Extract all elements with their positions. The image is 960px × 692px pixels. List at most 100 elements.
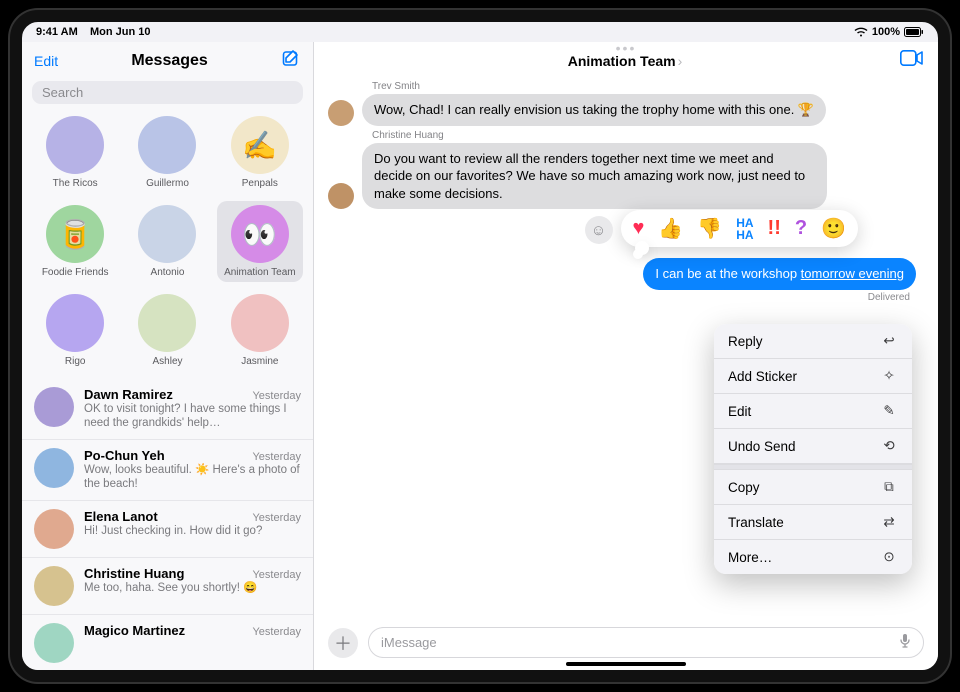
drag-indicator-icon[interactable]: •••	[616, 42, 637, 56]
attach-button[interactable]: ＋	[328, 628, 358, 658]
search-placeholder: Search	[42, 85, 83, 100]
conversation-row[interactable]: Christine Huang Yesterday Me too, haha. …	[22, 558, 313, 615]
pinned-conversation[interactable]: Jasmine	[217, 290, 303, 371]
pinned-conversation[interactable]: 👀 Animation Team	[217, 201, 303, 282]
pinned-label: Foodie Friends	[42, 267, 109, 278]
sticker-icon: ✧	[880, 368, 898, 384]
conversation-name: Po-Chun Yeh	[84, 448, 165, 463]
dictation-icon[interactable]	[899, 633, 911, 652]
reply-icon: ↩︎	[880, 333, 898, 349]
sidebar: Edit Messages Search The Ricos Guillermo ✍…	[22, 42, 314, 670]
conversation-time: Yesterday	[252, 512, 301, 524]
ctx-edit[interactable]: Edit ✎	[714, 394, 912, 429]
conversation-name: Elena Lanot	[84, 509, 158, 524]
ipad-frame: 9:41 AM Mon Jun 10 100% Edit Messages	[10, 10, 950, 682]
avatar: ✍️	[231, 116, 289, 174]
avatar	[138, 294, 196, 352]
pinned-conversation[interactable]: Rigo	[32, 290, 118, 371]
tapback-exclaim[interactable]: !!	[768, 217, 781, 240]
ctx-add-sticker[interactable]: Add Sticker ✧	[714, 359, 912, 394]
sticker-picker-button[interactable]: ☺	[585, 216, 613, 244]
avatar	[34, 566, 74, 606]
copy-icon: ⧉	[880, 479, 898, 495]
avatar: 🥫	[46, 205, 104, 263]
home-indicator[interactable]	[566, 662, 686, 666]
conversation-list: Dawn Ramirez Yesterday OK to visit tonig…	[22, 379, 313, 670]
conversation-name: Magico Martinez	[84, 623, 185, 638]
pencil-icon: ✎	[880, 403, 898, 419]
message-input[interactable]: iMessage	[368, 627, 924, 658]
pinned-label: Jasmine	[241, 356, 278, 367]
conversation-row[interactable]: Dawn Ramirez Yesterday OK to visit tonig…	[22, 379, 313, 440]
ctx-undo-send[interactable]: Undo Send ⟲	[714, 429, 912, 464]
tapback-thumbsdown[interactable]: 👎	[697, 216, 722, 241]
chevron-right-icon: ›	[678, 53, 683, 69]
avatar	[34, 509, 74, 549]
status-bar: 9:41 AM Mon Jun 10 100%	[22, 22, 938, 42]
conversation-preview: Me too, haha. See you shortly! 😄	[84, 581, 301, 595]
composer-placeholder: iMessage	[381, 635, 437, 650]
pinned-grid: The Ricos Guillermo ✍️ Penpals 🥫 Foodie Frien…	[22, 112, 313, 379]
pinned-label: Antonio	[151, 267, 185, 278]
tapback-emoji[interactable]: 🙂	[821, 216, 846, 241]
pinned-conversation[interactable]: The Ricos	[32, 112, 118, 193]
pinned-label: Guillermo	[146, 178, 189, 189]
avatar	[46, 116, 104, 174]
pinned-conversation[interactable]: ✍️ Penpals	[217, 112, 303, 193]
context-menu: Reply ↩︎ Add Sticker ✧ Edit ✎ Undo Send …	[714, 324, 912, 574]
ctx-more[interactable]: More… ⊙	[714, 540, 912, 574]
pinned-conversation[interactable]: Guillermo	[124, 112, 210, 193]
edit-button[interactable]: Edit	[34, 53, 58, 69]
tapback-haha[interactable]: HA HA	[736, 217, 753, 241]
avatar	[138, 205, 196, 263]
conversation-row[interactable]: Po-Chun Yeh Yesterday Wow, looks beautif…	[22, 440, 313, 501]
message-bubble[interactable]: Do you want to review all the renders to…	[362, 143, 827, 210]
conversation-row[interactable]: Magico Martinez Yesterday	[22, 615, 313, 671]
conversation-preview: Hi! Just checking in. How did it go?	[84, 524, 301, 538]
selected-message-bubble[interactable]: I can be at the workshop tomorrow evenin…	[643, 258, 916, 290]
conversation-time: Yesterday	[252, 451, 301, 463]
avatar	[46, 294, 104, 352]
pinned-label: The Ricos	[53, 178, 98, 189]
status-date: Mon Jun 10	[90, 26, 151, 38]
battery-text: 100%	[872, 26, 900, 38]
delivered-label: Delivered	[643, 292, 910, 303]
compose-button[interactable]	[281, 48, 301, 73]
tapback-heart[interactable]: ♥	[633, 217, 645, 240]
ctx-copy[interactable]: Copy ⧉	[714, 470, 912, 505]
sender-label: Trev Smith	[372, 81, 827, 92]
pinned-label: Penpals	[242, 178, 278, 189]
avatar	[138, 116, 196, 174]
search-input[interactable]: Search	[32, 81, 303, 104]
pinned-conversation[interactable]: Antonio	[124, 201, 210, 282]
battery-icon	[904, 27, 924, 37]
ctx-reply[interactable]: Reply ↩︎	[714, 324, 912, 359]
avatar[interactable]	[328, 183, 354, 209]
wifi-icon	[854, 27, 868, 37]
sender-label: Christine Huang	[372, 130, 827, 141]
pinned-conversation[interactable]: Ashley	[124, 290, 210, 371]
facetime-button[interactable]	[900, 50, 924, 71]
more-icon: ⊙	[880, 549, 898, 565]
pinned-label: Ashley	[152, 356, 182, 367]
pinned-label: Animation Team	[224, 267, 296, 278]
avatar: 👀	[231, 205, 289, 263]
tapback-bar: ☺ ♥ 👍 👎 HA HA !! ? 🙂	[621, 210, 858, 247]
conversation-preview: OK to visit tonight? I have some things …	[84, 402, 301, 431]
conversation-name: Christine Huang	[84, 566, 184, 581]
conversation-name: Dawn Ramirez	[84, 387, 173, 402]
avatar	[231, 294, 289, 352]
conversation-time: Yesterday	[252, 626, 301, 638]
message-bubble[interactable]: Wow, Chad! I can really envision us taki…	[362, 94, 826, 126]
pinned-conversation[interactable]: 🥫 Foodie Friends	[32, 201, 118, 282]
undo-icon: ⟲	[880, 438, 898, 454]
conversation-time: Yesterday	[252, 569, 301, 581]
translate-icon: ⇄	[880, 514, 898, 530]
avatar[interactable]	[328, 100, 354, 126]
sidebar-title: Messages	[131, 52, 208, 70]
conversation-row[interactable]: Elena Lanot Yesterday Hi! Just checking …	[22, 501, 313, 558]
avatar	[34, 387, 74, 427]
ctx-translate[interactable]: Translate ⇄	[714, 505, 912, 540]
tapback-question[interactable]: ?	[795, 217, 807, 240]
tapback-thumbsup[interactable]: 👍	[658, 216, 683, 241]
